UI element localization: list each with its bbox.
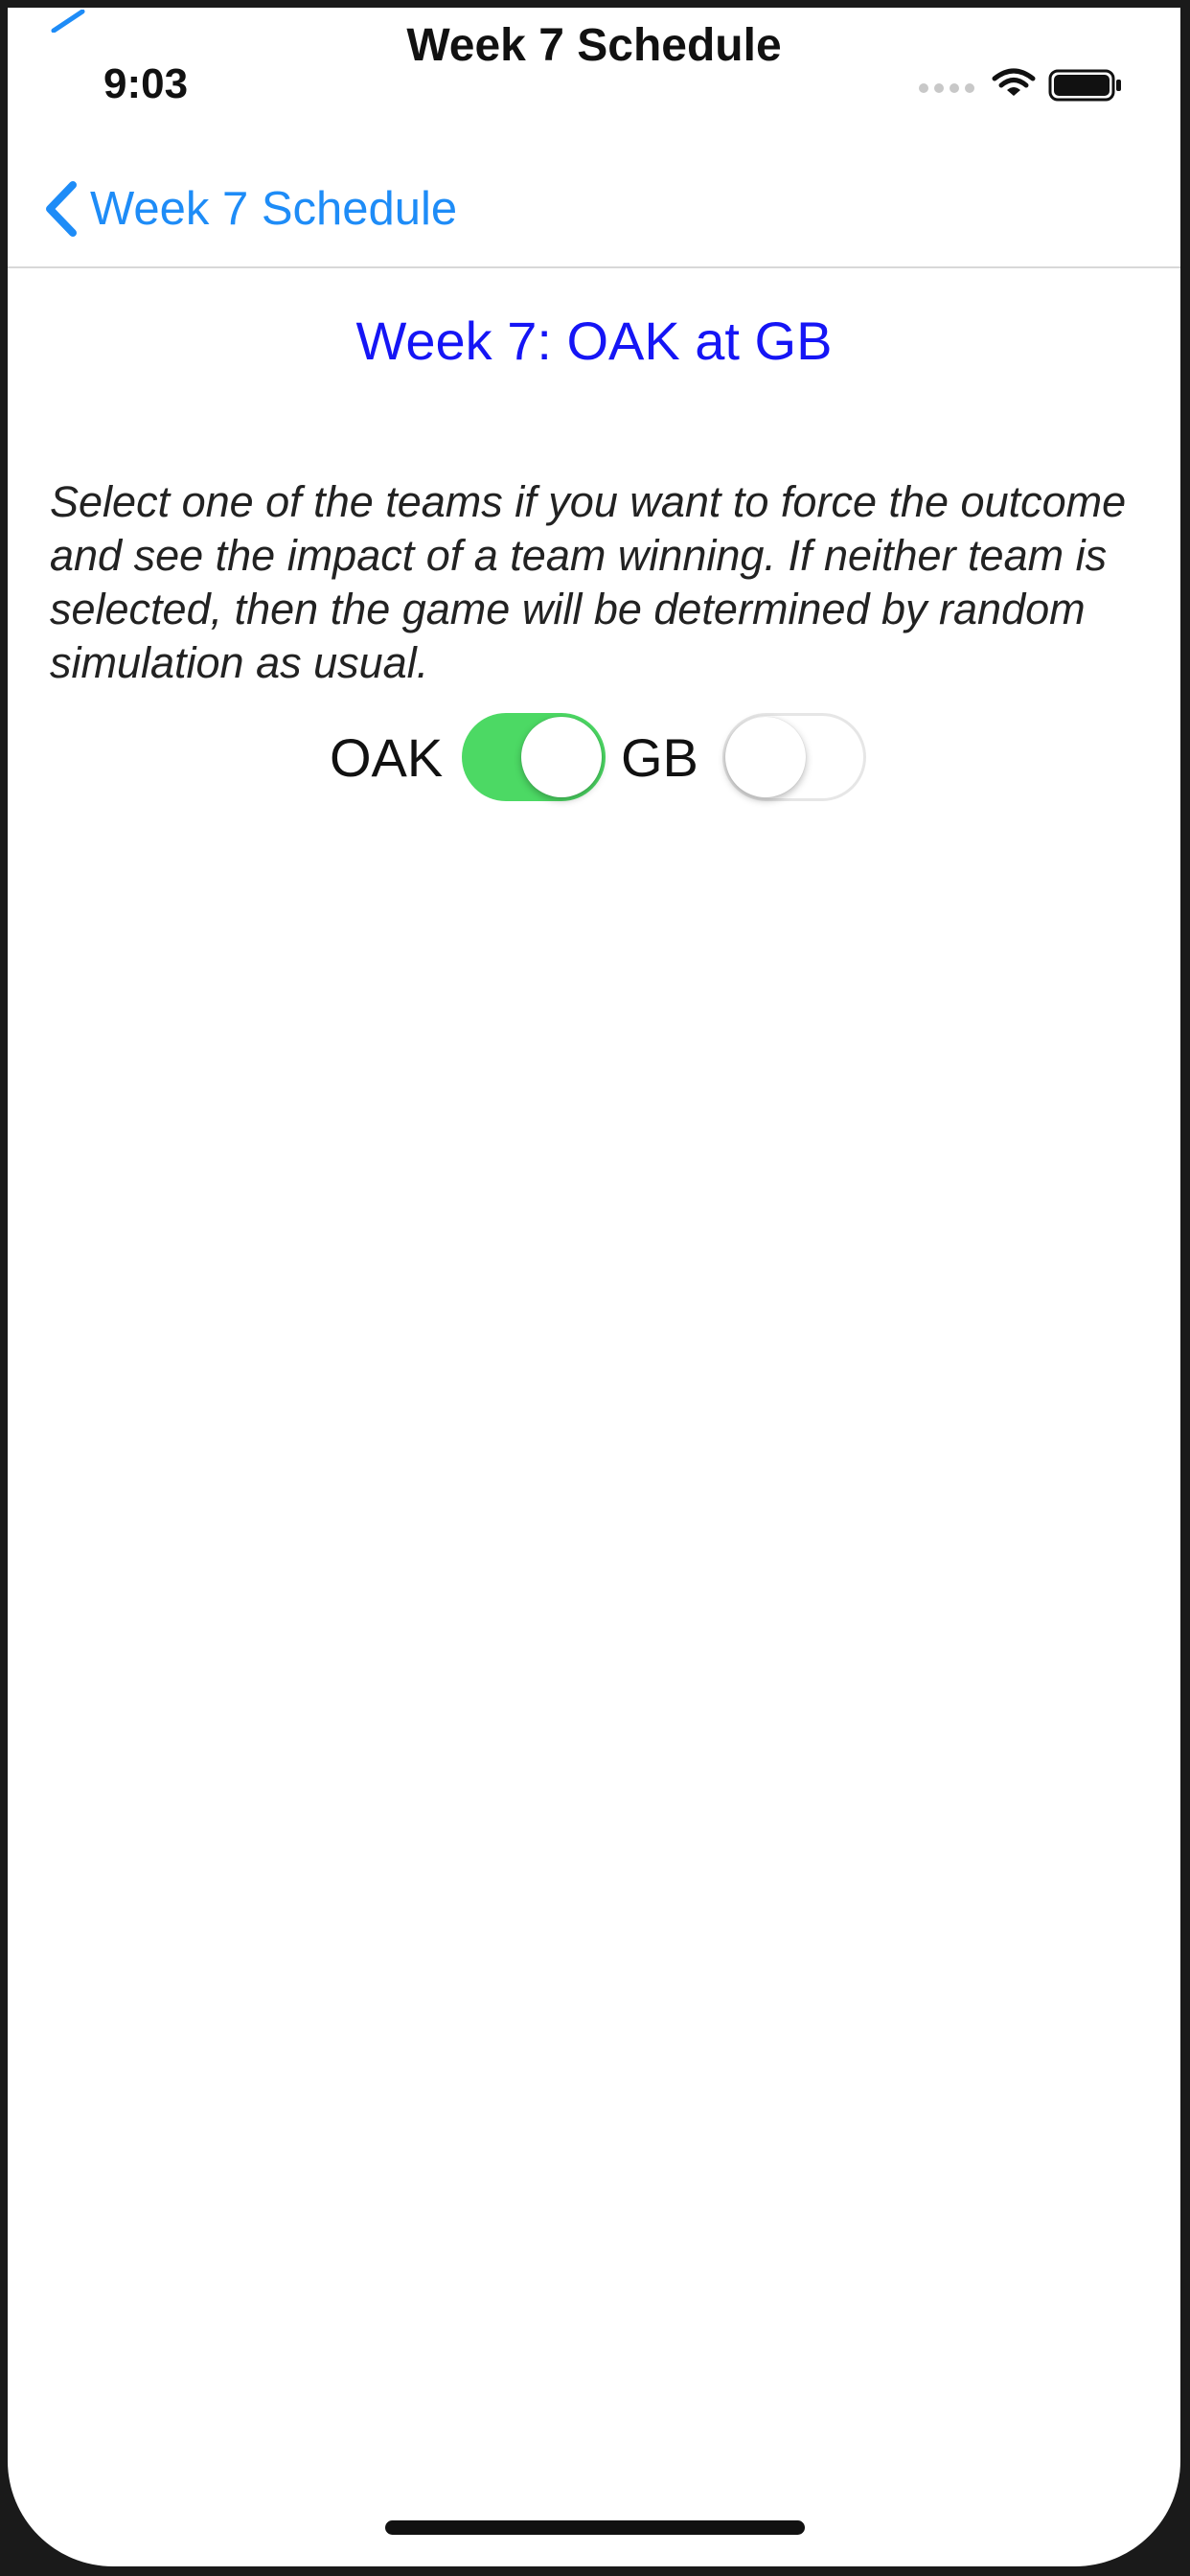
battery-icon (1048, 69, 1121, 102)
gb-toggle[interactable] (722, 713, 866, 801)
back-button-label: Week 7 Schedule (90, 183, 458, 235)
chevron-left-icon (46, 181, 77, 237)
toggle-knob (521, 717, 602, 797)
team-label-gb: GB (621, 727, 698, 788)
game-title: Week 7: OAK at GB (355, 310, 833, 371)
status-icons (919, 68, 1121, 102)
instructions-text: Select one of the teams if you want to f… (50, 477, 1127, 687)
team-label-oak: OAK (330, 727, 444, 788)
signal-dots-icon (919, 83, 974, 93)
home-indicator[interactable] (385, 2520, 805, 2535)
navigation-bar: Week 7 Schedule (8, 151, 1180, 268)
oak-toggle[interactable] (462, 713, 606, 801)
toggle-knob (725, 717, 806, 797)
status-time: 9:03 (103, 60, 189, 107)
back-button[interactable]: Week 7 Schedule (40, 174, 457, 243)
device-frame: Week 7 Schedule 9:03 Week 7 Schedule Wee… (0, 0, 1190, 2576)
wifi-icon (992, 68, 1036, 96)
team-toggle-row: OAK GB (8, 713, 1180, 809)
app-screen: Week 7 Schedule 9:03 Week 7 Schedule Wee… (8, 8, 1180, 2566)
